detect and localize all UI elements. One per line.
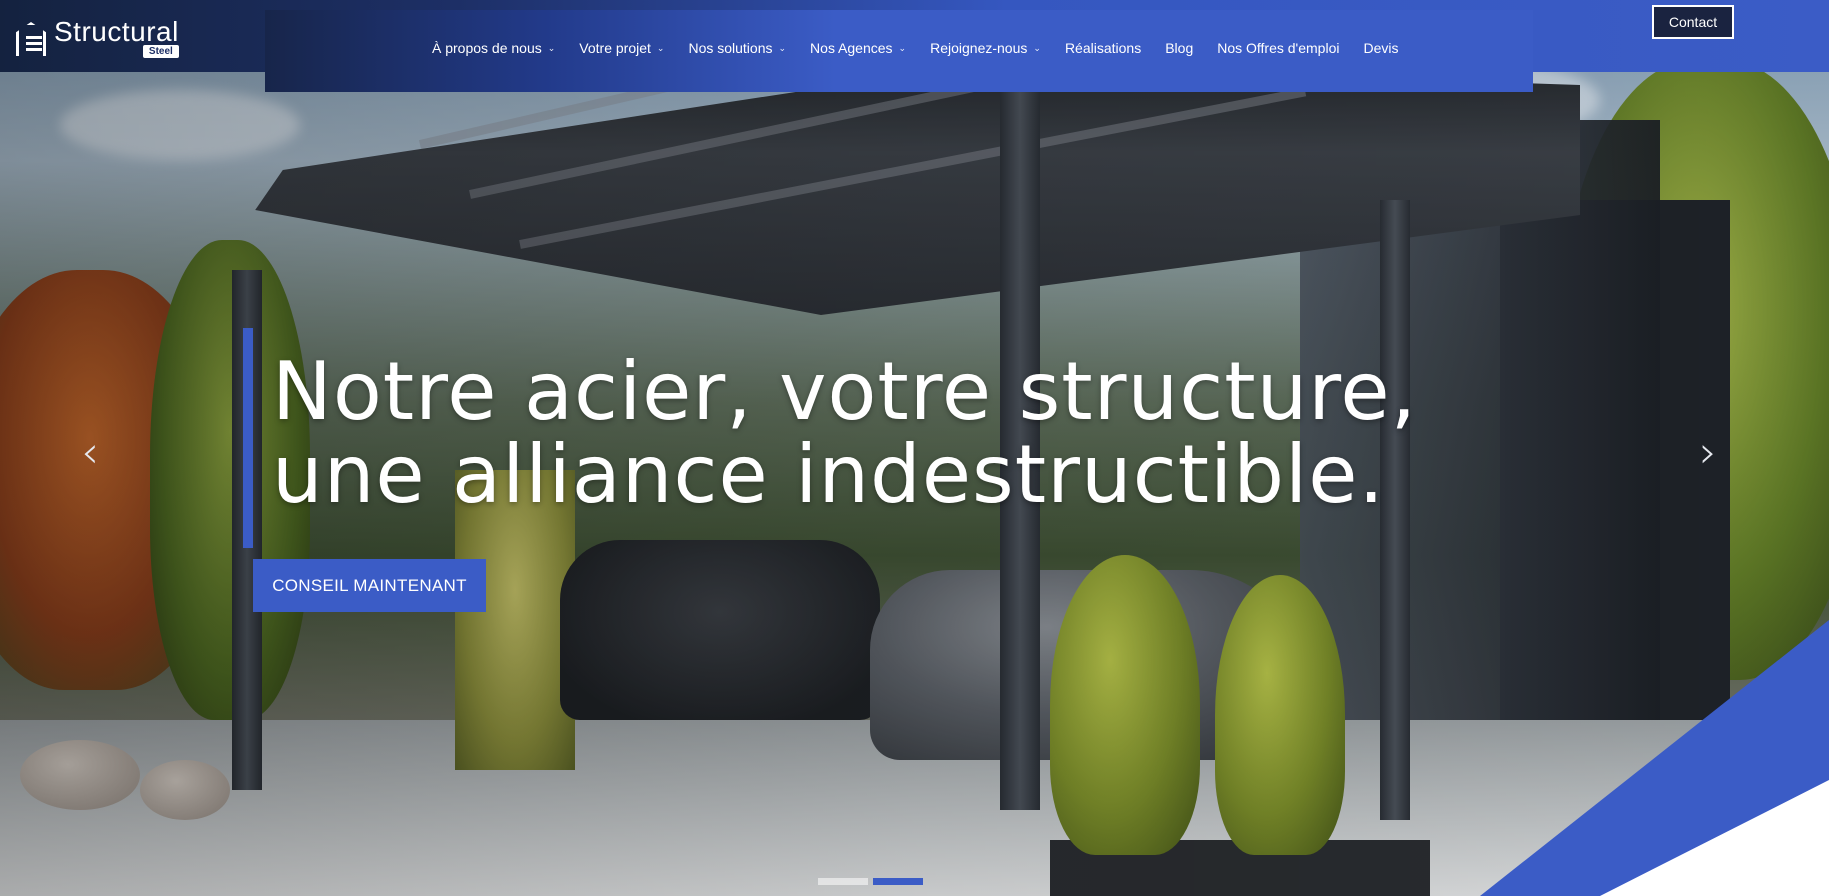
nav-item-offres-emploi[interactable]: Nos Offres d'emploi (1217, 40, 1339, 56)
nav-item-a-propos[interactable]: À propos de nous ⌄ (432, 40, 555, 56)
nav-item-label: Rejoignez-nous (930, 40, 1028, 56)
nav-item-nos-solutions[interactable]: Nos solutions ⌄ (688, 40, 786, 56)
nav-item-label: Nos solutions (688, 40, 773, 56)
nav-item-label: Nos Offres d'emploi (1217, 40, 1340, 56)
nav-item-label: Blog (1165, 40, 1194, 56)
nav-item-nos-agences[interactable]: Nos Agences ⌄ (810, 40, 906, 56)
slider-dot[interactable] (818, 878, 868, 885)
nav-item-label: Devis (1363, 40, 1399, 56)
logo-icon (14, 18, 50, 58)
nav-item-label: Réalisations (1064, 40, 1142, 56)
hero-headline-line1: Notre acier, votre structure, (272, 345, 1418, 438)
nav-item-label: À propos de nous (432, 40, 542, 56)
nav-item-label: Nos Agences (810, 40, 893, 56)
hero-headline: Notre acier, votre structure, une allian… (272, 350, 1572, 516)
chevron-down-icon: ⌄ (547, 42, 556, 53)
nav-item-label: Votre projet (579, 40, 651, 56)
nav-item-realisations[interactable]: Réalisations (1065, 40, 1141, 56)
chevron-down-icon: ⌄ (656, 42, 665, 53)
logo-name: Structural (54, 16, 179, 47)
headline-accent-bar (243, 328, 253, 548)
slider-pagination (818, 878, 928, 885)
chevron-down-icon: ⌄ (1033, 42, 1041, 53)
nav-item-rejoignez-nous[interactable]: Rejoignez-nous ⌄ (930, 40, 1041, 56)
logo-subtitle: Steel (142, 45, 179, 58)
main-navigation: À propos de nous ⌄ Votre projet ⌄ Nos so… (432, 40, 1423, 56)
nav-item-devis[interactable]: Devis (1363, 40, 1398, 56)
nav-item-blog[interactable]: Blog (1165, 40, 1193, 56)
contact-button[interactable]: Contact (1652, 5, 1734, 39)
chevron-down-icon: ⌄ (898, 42, 907, 53)
chevron-down-icon: ⌄ (778, 42, 787, 53)
site-logo[interactable]: Structural Steel (14, 6, 204, 58)
chevron-left-icon[interactable]: ‹ (70, 427, 110, 478)
chevron-right-icon[interactable]: › (1688, 427, 1728, 478)
nav-item-votre-projet[interactable]: Votre projet ⌄ (579, 40, 664, 56)
slider-dot[interactable] (873, 878, 923, 885)
hero-headline-line2: une alliance indestructible. (272, 428, 1385, 521)
cta-button[interactable]: CONSEIL MAINTENANT (253, 559, 486, 612)
